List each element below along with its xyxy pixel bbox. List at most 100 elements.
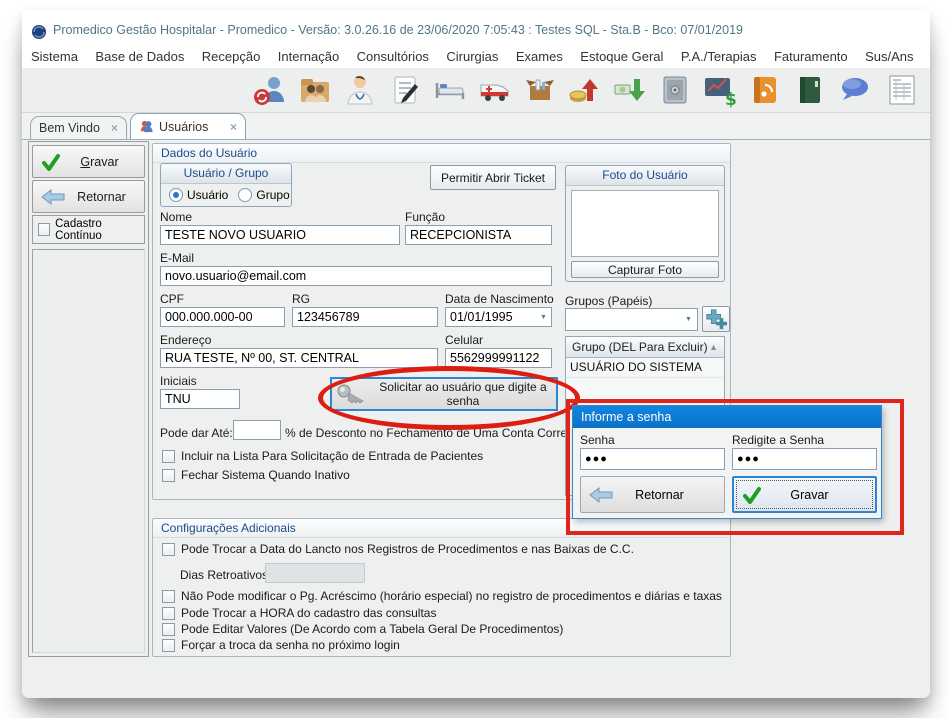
include-list-option: Incluir na Lista Para Solicitação de Ent… <box>162 449 483 463</box>
menu-recepcao[interactable]: Recepção <box>202 49 261 64</box>
role-field[interactable] <box>405 225 552 245</box>
supplies-box-icon[interactable] <box>522 72 558 108</box>
force-password-checkbox[interactable] <box>162 639 175 652</box>
chat-bubble-icon[interactable] <box>837 72 873 108</box>
tab-bem-vindo[interactable]: Bem Vindo × <box>30 116 127 139</box>
add-group-button[interactable] <box>702 306 730 332</box>
change-hour-option: Pode Trocar a HORA do cadastro das consu… <box>162 606 436 620</box>
menu-consultorios[interactable]: Consultórios <box>357 49 429 64</box>
birth-date-combo[interactable] <box>445 307 552 327</box>
app-logo-icon <box>31 24 47 40</box>
red-rect-annotation <box>566 399 904 535</box>
change-date-checkbox[interactable] <box>162 543 175 556</box>
users-folder-icon[interactable] <box>297 72 333 108</box>
ambulance-icon[interactable] <box>477 72 513 108</box>
menu-cirurgias[interactable]: Cirurgias <box>446 49 498 64</box>
user-data-group-title: Dados do Usuário <box>153 144 730 163</box>
title-bar: Promedico Gestão Hospitalar - Promedico … <box>22 10 930 46</box>
red-ellipse-annotation <box>318 366 580 430</box>
no-modify-pg-option: Não Pode modificar o Pg. Acréscimo (horá… <box>162 589 722 603</box>
sort-asc-icon: ▲ <box>709 337 718 357</box>
edit-values-option: Pode Editar Valores (De Acordo com a Tab… <box>162 622 563 636</box>
open-ticket-button[interactable]: Permitir Abrir Ticket <box>430 165 556 190</box>
cpf-label: CPF <box>160 292 184 306</box>
group-row[interactable]: USUÁRIO DO SISTEMA <box>566 358 724 378</box>
application-window: Promedico Gestão Hospitalar - Promedico … <box>22 10 930 698</box>
include-list-checkbox[interactable] <box>162 450 175 463</box>
return-button[interactable]: Retornar <box>32 180 145 213</box>
change-date-option: Pode Trocar a Data do Lancto nos Registr… <box>162 542 634 556</box>
menu-estoque-geral[interactable]: Estoque Geral <box>580 49 663 64</box>
address-field[interactable] <box>160 348 438 368</box>
close-idle-option: Fechar Sistema Quando Inativo <box>162 468 350 482</box>
mobile-field[interactable] <box>445 348 552 368</box>
address-label: Endereço <box>160 333 211 347</box>
chevron-down-icon[interactable]: ▼ <box>540 314 547 321</box>
tab-bar: Bem Vindo × Usuários × <box>22 113 930 139</box>
rg-label: RG <box>292 292 310 306</box>
retro-days-input <box>265 563 365 583</box>
menu-faturamento[interactable]: Faturamento <box>774 49 848 64</box>
check-icon <box>41 153 61 171</box>
name-label: Nome <box>160 210 192 224</box>
continuous-register-checkbox[interactable] <box>38 223 50 236</box>
users-sync-icon[interactable] <box>252 72 288 108</box>
hospital-bed-icon[interactable] <box>432 72 468 108</box>
groups-combo[interactable] <box>565 308 698 331</box>
safe-icon[interactable] <box>657 72 693 108</box>
plus-icon <box>704 308 728 330</box>
radio-usuario[interactable] <box>169 188 183 202</box>
retro-days-label: Dias Retroativos : <box>180 568 275 582</box>
groups-grid-header[interactable]: Grupo (DEL Para Excluir) ▲ <box>566 337 724 358</box>
window-title: Promedico Gestão Hospitalar - Promedico … <box>53 23 743 37</box>
radio-grupo[interactable] <box>238 188 252 202</box>
sidebar-empty-panel <box>32 249 145 653</box>
user-type-box: Usuário / Grupo Usuário Grupo <box>160 163 292 207</box>
chevron-down-icon[interactable]: ▼ <box>685 316 692 323</box>
menu-bar: Sistema Base de Dados Recepção Internaçã… <box>31 48 926 68</box>
name-field[interactable] <box>160 225 400 245</box>
tab-close-icon[interactable]: × <box>111 121 118 135</box>
rg-field[interactable] <box>292 307 438 327</box>
email-label: E-Mail <box>160 251 194 265</box>
initials-field[interactable] <box>160 389 240 409</box>
birth-date-label: Data de Nascimento <box>445 292 554 306</box>
edit-values-checkbox[interactable] <box>162 623 175 636</box>
cpf-field[interactable] <box>160 307 285 327</box>
menu-internacao[interactable]: Internação <box>278 49 339 64</box>
email-field[interactable] <box>160 266 552 286</box>
book-icon[interactable] <box>792 72 828 108</box>
save-button[interactable]: Gravar <box>32 145 145 178</box>
close-idle-checkbox[interactable] <box>162 469 175 482</box>
users-tab-icon <box>139 119 154 134</box>
tab-close-icon[interactable]: × <box>230 120 237 134</box>
no-modify-pg-checkbox[interactable] <box>162 590 175 603</box>
menu-exames[interactable]: Exames <box>516 49 563 64</box>
continuous-register-option: Cadastro Contínuo <box>32 215 145 244</box>
discount-input[interactable] <box>233 420 281 440</box>
document-pen-icon[interactable] <box>387 72 423 108</box>
doctor-icon[interactable] <box>342 72 378 108</box>
arrow-left-icon <box>41 189 65 205</box>
photo-placeholder <box>571 190 719 257</box>
menu-sus-ans[interactable]: Sus/Ans <box>865 49 913 64</box>
discount-prefix-label: Pode dar Até: <box>160 426 233 440</box>
role-label: Função <box>405 210 445 224</box>
mobile-label: Celular <box>445 333 483 347</box>
capture-photo-button[interactable]: Capturar Foto <box>571 261 719 278</box>
stock-out-icon[interactable] <box>612 72 648 108</box>
initials-label: Iniciais <box>160 374 197 388</box>
user-type-title: Usuário / Grupo <box>161 164 291 184</box>
finance-chart-icon[interactable]: $ <box>702 72 738 108</box>
phone-book-icon[interactable] <box>747 72 783 108</box>
change-hour-checkbox[interactable] <box>162 607 175 620</box>
stock-in-icon[interactable] <box>567 72 603 108</box>
toolbar: $ <box>22 68 930 113</box>
menu-sistema[interactable]: Sistema <box>31 49 78 64</box>
tab-usuarios[interactable]: Usuários × <box>130 113 246 139</box>
menu-pa-terapias[interactable]: P.A./Terapias <box>681 49 757 64</box>
additional-config-group: Configurações Adicionais <box>152 518 731 657</box>
menu-base-de-dados[interactable]: Base de Dados <box>95 49 184 64</box>
svg-text:$: $ <box>725 90 737 108</box>
report-icon[interactable] <box>884 72 920 108</box>
